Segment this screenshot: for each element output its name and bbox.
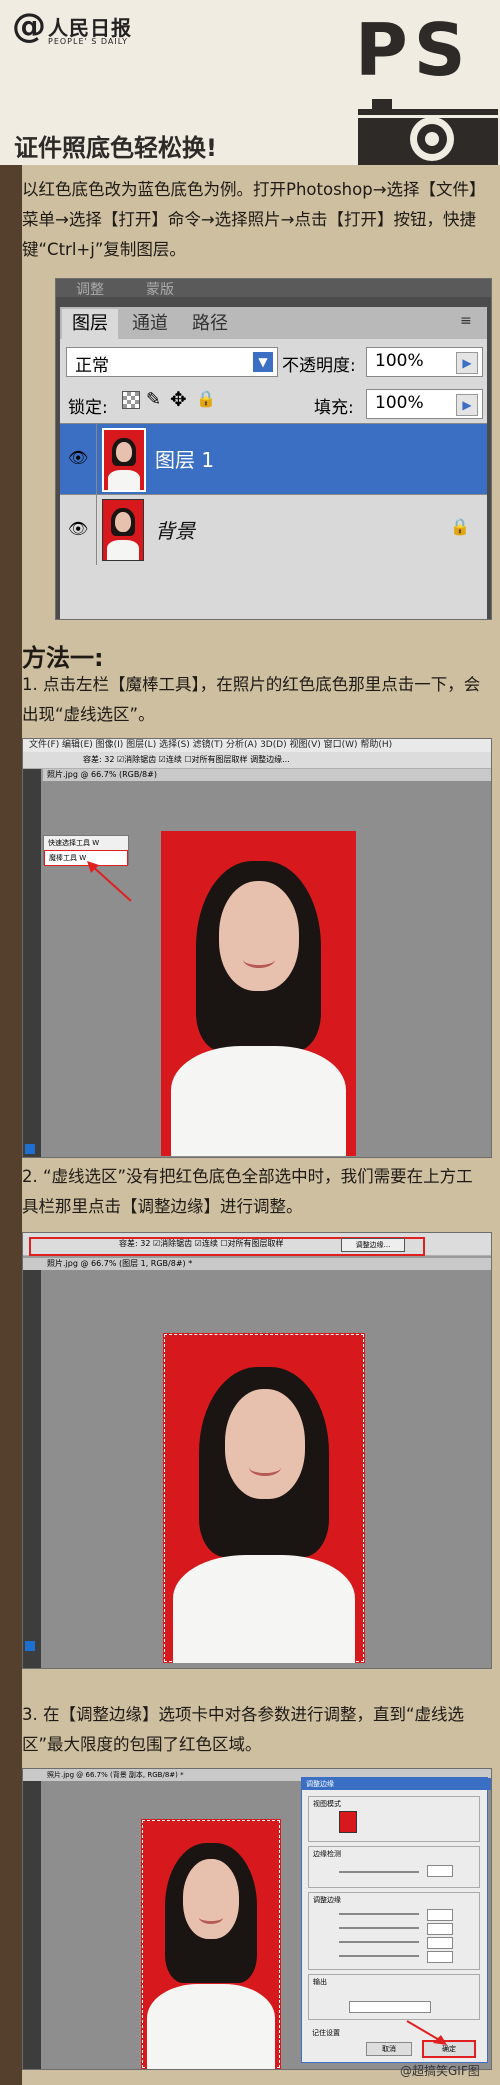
shift-edge-slider[interactable]: [339, 1955, 419, 1957]
smooth-field[interactable]: [427, 1909, 453, 1921]
screenshot-refine-dialog: 照片.jpg @ 66.7% (背景 副本, RGB/8#) * 调整边缘 视图…: [22, 1768, 492, 2070]
screenshot-refine-edge: 容差: 32 ☑消除锯齿 ☑连续 ☐对所有图层取样 调整边缘... 照片.jpg…: [22, 1232, 492, 1669]
chevron-right-icon: ▶: [456, 394, 478, 416]
lock-position-icon[interactable]: ✥: [170, 387, 187, 411]
output-select[interactable]: [349, 2001, 431, 2013]
toolbox: [23, 1781, 41, 2069]
smooth-slider[interactable]: [339, 1913, 419, 1915]
refine-edge-button[interactable]: 调整边缘...: [341, 1238, 405, 1252]
portrait-photo: [163, 1333, 365, 1663]
layers-panel-screenshot: 调整 蒙版 图层 通道 路径 ≡ 正常 ▼ 不透明度: 100% ▶ 锁定: ✎…: [55, 278, 492, 620]
opacity-field[interactable]: 100% ▶: [366, 347, 483, 377]
layer-name: 背景: [155, 519, 195, 543]
tab-mask: 蒙版: [146, 282, 174, 298]
layer-row[interactable]: 👁 图层 1: [60, 424, 487, 494]
contrast-slider[interactable]: [339, 1941, 419, 1943]
section-edge-detection: 边缘检测: [313, 1850, 341, 1858]
section-view-mode: 视图模式: [313, 1800, 341, 1808]
toolbox: [23, 769, 41, 1157]
refine-edge-dialog: 调整边缘 视图模式 边缘检测 调整边缘 输出 记住设置 取消 确定: [301, 1777, 491, 2063]
layer-name: 图层 1: [155, 448, 215, 472]
left-stripe: [0, 165, 22, 2085]
layer-row[interactable]: 👁 背景 🔒: [60, 495, 487, 565]
arrow-icon: [406, 2020, 447, 2045]
step-3-text: 3. 在【调整边缘】选项卡中对各参数进行调整，直到“虚线选区”最大限度的包围了红…: [22, 1705, 465, 1754]
radius-slider[interactable]: [339, 1871, 419, 1873]
color-swatch[interactable]: [25, 1144, 35, 1154]
screenshot-magic-wand: 文件(F) 编辑(E) 图像(I) 图层(L) 选择(S) 滤镜(T) 分析(A…: [22, 738, 492, 1158]
ps-letters: PS: [355, 8, 472, 92]
view-thumbnail[interactable]: [339, 1811, 357, 1833]
section-output: 输出: [313, 1978, 327, 1986]
lock-label: 锁定:: [68, 398, 108, 418]
tab-paths[interactable]: 路径: [182, 309, 238, 339]
shift-edge-field[interactable]: [427, 1951, 453, 1963]
tool-quick-select[interactable]: 快速选择工具 W: [44, 836, 128, 850]
lock-transparent-icon[interactable]: [122, 391, 140, 409]
opacity-value: 100%: [375, 351, 424, 371]
lock-icon: 🔒: [450, 517, 470, 536]
logo-subtitle: PEOPLE' S DAILY: [48, 37, 129, 46]
tab-channels[interactable]: 通道: [122, 309, 178, 339]
document-tab[interactable]: 照片.jpg @ 66.7% (图层 1, RGB/8#) *: [23, 1258, 491, 1270]
tab-layers[interactable]: 图层: [62, 309, 118, 339]
method-heading: 方法一:: [22, 644, 104, 672]
logo-at-symbol: @: [12, 6, 46, 46]
chevron-down-icon: ▼: [253, 352, 273, 372]
document-tab[interactable]: 照片.jpg @ 66.7% (RGB/8#): [43, 769, 491, 781]
radius-field[interactable]: [427, 1865, 453, 1877]
lock-pixels-icon[interactable]: ✎: [146, 389, 161, 410]
options-text: 容差: 32 ☑消除锯齿 ☑连续 ☐对所有图层取样 调整边缘...: [83, 755, 290, 764]
contrast-field[interactable]: [427, 1937, 453, 1949]
layer-thumbnail: [102, 428, 146, 492]
section-adjust-edge: 调整边缘: [313, 1896, 341, 1904]
fill-value: 100%: [375, 393, 424, 413]
fill-label: 填充:: [314, 398, 354, 418]
feather-field[interactable]: [427, 1923, 453, 1935]
feather-slider[interactable]: [339, 1927, 419, 1929]
chevron-right-icon: ▶: [456, 352, 478, 374]
eye-icon[interactable]: 👁: [68, 519, 88, 538]
eye-icon[interactable]: 👁: [68, 448, 88, 467]
step-2-text: 2. “虚线选区”没有把红色底色全部选中时，我们需要在上方工具栏那里点击【调整边…: [22, 1167, 473, 1216]
toolbox: [23, 1270, 41, 1668]
color-swatch[interactable]: [25, 1641, 35, 1651]
lock-all-icon[interactable]: 🔒: [196, 389, 216, 408]
blend-mode-value: 正常: [75, 356, 109, 376]
menu-bar[interactable]: 文件(F) 编辑(E) 图像(I) 图层(L) 选择(S) 滤镜(T) 分析(A…: [23, 739, 491, 752]
header: @ 人民日报 PEOPLE' S DAILY PS 证件照底色轻松换!: [0, 0, 500, 165]
opacity-label: 不透明度:: [282, 356, 356, 376]
blend-mode-select[interactable]: 正常 ▼: [66, 347, 278, 377]
intro-paragraph: 以红色底色改为蓝色底色为例。打开Photoshop→选择【文件】菜单→选择【打开…: [22, 180, 486, 259]
layers-panel: 图层 通道 路径 ≡ 正常 ▼ 不透明度: 100% ▶ 锁定: ✎ ✥ 🔒 填…: [60, 307, 487, 619]
watermark: @超搞笑GIF图: [400, 2064, 480, 2078]
options-bar: 容差: 32 ☑消除锯齿 ☑连续 ☐对所有图层取样 调整边缘...: [23, 752, 491, 769]
dialog-title: 调整边缘: [302, 1778, 491, 1790]
camera-icon: [358, 99, 498, 165]
portrait-photo: [161, 831, 356, 1156]
page-title: 证件照底色轻松换!: [14, 134, 217, 162]
step-1-text: 1. 点击左栏【魔棒工具】，在照片的红色底色那里点击一下，会出现“虚线选区”。: [22, 675, 481, 724]
layer-thumbnail: [102, 499, 144, 561]
arrow-icon: [87, 861, 132, 902]
fill-field[interactable]: 100% ▶: [366, 389, 483, 419]
remember-settings-checkbox[interactable]: 记住设置: [312, 2028, 340, 2038]
tab-adjust: 调整: [76, 282, 104, 298]
portrait-photo: [141, 1819, 281, 2069]
panel-menu-icon[interactable]: ≡: [460, 313, 472, 329]
